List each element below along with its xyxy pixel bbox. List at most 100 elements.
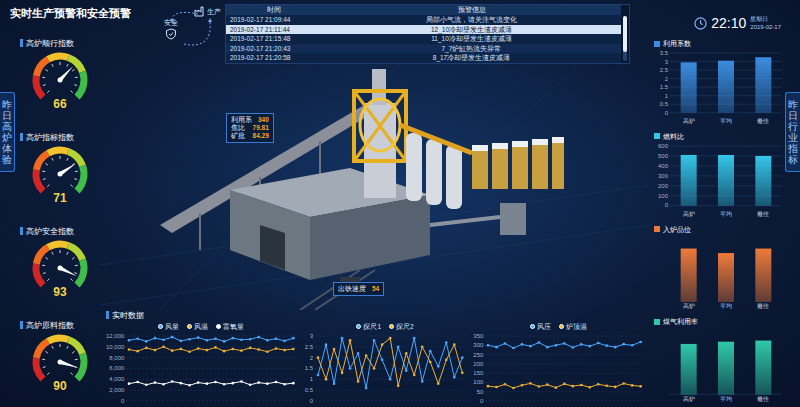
gauge: 高炉顺行指数66 bbox=[20, 38, 100, 111]
alarm-message: 7_7炉缸热流失异常 bbox=[322, 44, 621, 54]
callout-label: 矿批 bbox=[231, 132, 245, 140]
series-point bbox=[215, 381, 218, 384]
scrollbar-thumb[interactable] bbox=[623, 16, 627, 52]
series-point bbox=[623, 382, 626, 385]
series-point bbox=[429, 361, 432, 364]
legend-item[interactable]: 风压 bbox=[530, 322, 551, 332]
legend-dot bbox=[356, 324, 361, 329]
series-point bbox=[589, 386, 592, 389]
series-point bbox=[275, 347, 278, 350]
series-point bbox=[563, 383, 566, 386]
alarm-row[interactable]: 2019-02-17 21:15:4811_10冷却壁发生渣皮减薄 bbox=[226, 34, 621, 44]
series-point bbox=[180, 348, 183, 351]
axis-tick: 12,000 bbox=[106, 332, 124, 340]
axis-ticks: 6005004003002001000 bbox=[654, 142, 670, 210]
axis-tick: 3 bbox=[305, 332, 313, 340]
bar-chart-title-row: 燃料比 bbox=[654, 132, 782, 142]
series-point bbox=[325, 378, 328, 381]
series-point bbox=[496, 386, 499, 389]
series-point bbox=[240, 349, 243, 352]
series-point bbox=[405, 352, 408, 355]
axis-tick: 100 bbox=[654, 192, 668, 200]
axis-tick: 500 bbox=[654, 152, 668, 160]
alarm-row[interactable]: 2019-02-17 21:20:437_7炉缸热流失异常 bbox=[226, 44, 621, 54]
bar-label: 最佳 bbox=[757, 395, 769, 403]
alarm-table: 时间预警信息 2019-02-17 21:09:44局部小气流，请关注气流变化2… bbox=[225, 4, 630, 64]
axis-tick: 250 bbox=[473, 351, 483, 359]
series-point bbox=[563, 342, 566, 345]
series-point bbox=[349, 339, 352, 342]
series-point bbox=[232, 382, 235, 385]
column-header: 时间 bbox=[226, 5, 322, 15]
flow-node[interactable]: 生产 bbox=[194, 5, 221, 17]
line-chart-canvas bbox=[315, 332, 465, 405]
clock-time: 22:10 bbox=[711, 15, 746, 31]
axis-ticks bbox=[654, 235, 670, 303]
legend-item[interactable]: 风量 bbox=[158, 322, 179, 332]
series-point bbox=[365, 387, 368, 390]
series-point bbox=[232, 337, 235, 340]
series-point bbox=[333, 382, 336, 385]
axis-tick: 100 bbox=[473, 378, 483, 386]
series-point bbox=[232, 348, 235, 351]
series-point bbox=[631, 384, 634, 387]
axis-ticks: 350300250200150100500 bbox=[473, 332, 485, 405]
series-point bbox=[249, 338, 252, 341]
realtime-charts: 风量风温富氧量12,00010,0008,0006,0004,0002,0000… bbox=[106, 322, 644, 405]
scrollbar[interactable] bbox=[623, 16, 627, 61]
series-point bbox=[572, 346, 575, 349]
series-point bbox=[197, 336, 200, 339]
legend-item[interactable]: 富氧量 bbox=[216, 322, 244, 332]
callout-value: 84.29 bbox=[253, 132, 269, 140]
gauge-value: 71 bbox=[24, 191, 96, 205]
alarm-row[interactable]: 2019-02-17 21:20:588_17冷却壁发生渣皮减薄 bbox=[226, 53, 621, 63]
axis-tick: 6,000 bbox=[106, 364, 124, 372]
axis-tick: 3.5 bbox=[654, 49, 668, 57]
legend-item[interactable]: 探尺1 bbox=[356, 322, 381, 332]
axis-tick: 400 bbox=[654, 162, 668, 170]
line-plot bbox=[485, 332, 644, 405]
series-point bbox=[546, 346, 549, 349]
legend-item[interactable]: 风温 bbox=[187, 322, 208, 332]
series-point bbox=[145, 383, 148, 386]
series-point bbox=[555, 344, 558, 347]
axis-tick: 0.5 bbox=[654, 100, 668, 108]
series-point bbox=[389, 378, 392, 381]
axis-tick: 2,000 bbox=[106, 386, 124, 394]
bar bbox=[718, 61, 734, 113]
legend-item[interactable]: 探尺2 bbox=[389, 322, 414, 332]
alarm-row[interactable]: 2019-02-17 21:09:44局部小气流，请关注气流变化 bbox=[226, 15, 621, 25]
series-point bbox=[333, 348, 336, 351]
legend-label: 富氧量 bbox=[223, 323, 244, 330]
bar bbox=[681, 62, 697, 112]
scene-callout: 利用系340焦比79.81矿批84.29 bbox=[226, 113, 274, 143]
safety-flow: 安全 生产 bbox=[162, 4, 222, 54]
side-tab[interactable]: 昨日高炉体验 bbox=[0, 92, 15, 172]
series-point bbox=[349, 367, 352, 370]
series-point bbox=[284, 340, 287, 343]
series-point bbox=[258, 336, 261, 339]
legend-label: 探尺2 bbox=[396, 323, 414, 330]
series-point bbox=[275, 381, 278, 384]
series-point bbox=[397, 346, 400, 349]
legend-item[interactable]: 炉顶温 bbox=[559, 322, 587, 332]
series-line bbox=[318, 338, 462, 388]
series-point bbox=[284, 383, 287, 386]
series-point bbox=[189, 338, 192, 341]
series-point bbox=[413, 374, 416, 377]
bar-labels-row: 高炉平均最佳 bbox=[654, 210, 782, 218]
clock-date: 2019-02-17 bbox=[750, 23, 781, 31]
series-point bbox=[445, 359, 448, 362]
series-point bbox=[325, 343, 328, 346]
legend-label: 风压 bbox=[537, 323, 551, 330]
bar-labels-row: 高炉平均最佳 bbox=[654, 395, 782, 403]
flow-node[interactable]: 安全 bbox=[164, 18, 178, 40]
series-point bbox=[249, 383, 252, 386]
axis-tick: 150 bbox=[473, 369, 483, 377]
line-chart: 风量风温富氧量12,00010,0008,0006,0004,0002,0000 bbox=[106, 322, 297, 405]
line-plot bbox=[315, 332, 465, 405]
side-tab[interactable]: 昨日行业指标 bbox=[785, 92, 800, 172]
alarm-row[interactable]: 2019-02-17 21:11:4412_10冷却壁发生渣皮减薄 bbox=[226, 25, 621, 35]
series-point bbox=[154, 349, 157, 352]
series-point bbox=[623, 343, 626, 346]
